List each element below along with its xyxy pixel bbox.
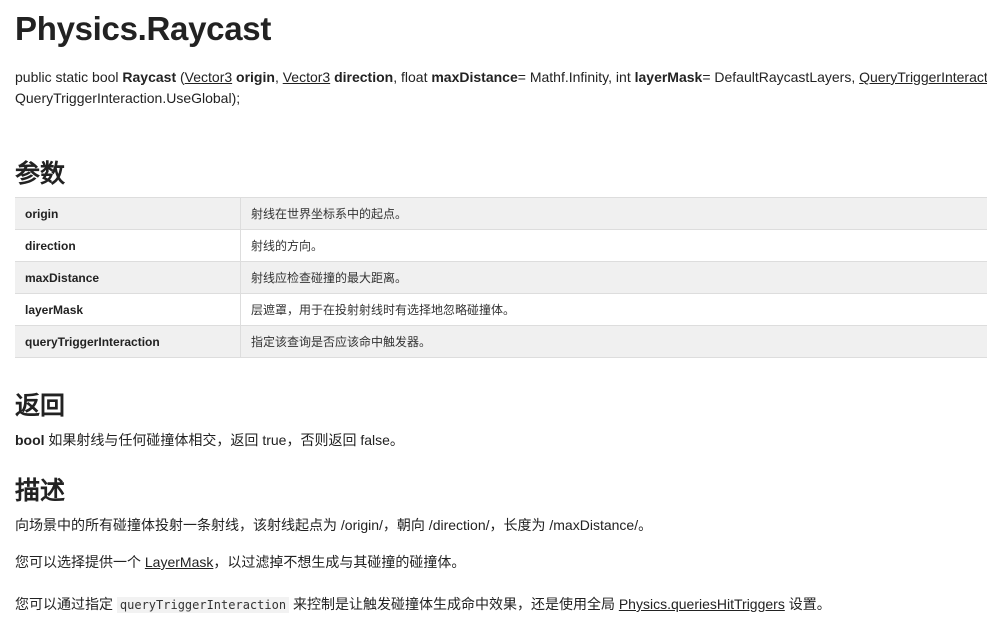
param-desc: 射线在世界坐标系中的起点。 [240, 197, 987, 230]
querieshittriggers-link[interactable]: Physics.queriesHitTriggers [619, 596, 785, 612]
querytriggerinteraction-link[interactable]: QueryTriggerInteraction [859, 69, 987, 85]
params-heading: 参数 [15, 160, 66, 188]
param-desc: 指定该查询是否应该命中触发器。 [240, 325, 987, 358]
param-name: direction [15, 229, 241, 262]
param-direction-name: direction [334, 69, 394, 85]
vector3-link-direction[interactable]: Vector3 [283, 69, 330, 85]
returns-text: bool 如果射线与任何碰撞体相交，返回 true，否则返回 false。 [15, 430, 404, 450]
vector3-link-origin[interactable]: Vector3 [185, 69, 232, 85]
signature-prefix: public static bool [15, 69, 123, 85]
p2-text-after: ，以过滤掉不想生成与其碰撞的碰撞体。 [213, 554, 466, 570]
param-layermask-name: layerMask [634, 69, 703, 85]
signature-line-2: QueryTriggerInteraction.UseGlobal); [15, 90, 241, 106]
signature-sep2: , float [393, 69, 432, 85]
table-row: origin 射线在世界坐标系中的起点。 [15, 197, 987, 230]
signature-open: ( [176, 69, 185, 85]
description-paragraph-2: 您可以选择提供一个 LayerMask，以过滤掉不想生成与其碰撞的碰撞体。 [15, 552, 465, 572]
p3-text-after: 设置。 [784, 596, 831, 612]
param-origin-name: origin [236, 69, 275, 85]
layermask-link[interactable]: LayerMask [145, 554, 213, 570]
description-paragraph-3: 您可以通过指定 queryTriggerInteraction 来控制是让触发碰… [15, 594, 831, 614]
param-name: maxDistance [15, 261, 241, 294]
param-maxdistance-name: maxDistance [431, 69, 518, 85]
params-table: origin 射线在世界坐标系中的起点。 direction 射线的方向。 ma… [15, 197, 987, 358]
param-desc: 层遮罩，用于在投射射线时有选择地忽略碰撞体。 [240, 293, 987, 326]
table-row: layerMask 层遮罩，用于在投射射线时有选择地忽略碰撞体。 [15, 293, 987, 326]
return-type: bool [15, 432, 45, 448]
table-row: maxDistance 射线应检查碰撞的最大距离。 [15, 261, 987, 294]
inline-code-querytriggerinteraction: queryTriggerInteraction [116, 597, 290, 613]
page-title: Physics.Raycast [15, 10, 272, 47]
param-name: origin [15, 197, 241, 230]
signature-default-maxdistance: = Mathf.Infinity, int [517, 69, 635, 85]
returns-heading: 返回 [15, 392, 66, 420]
description-paragraph-1: 向场景中的所有碰撞体投射一条射线，该射线起点为 /origin/，朝向 /dir… [15, 517, 653, 533]
table-row: queryTriggerInteraction 指定该查询是否应该命中触发器。 [15, 325, 987, 358]
param-name: queryTriggerInteraction [15, 325, 241, 358]
param-desc: 射线应检查碰撞的最大距离。 [240, 261, 987, 294]
param-desc: 射线的方向。 [240, 229, 987, 262]
signature-default-layermask: = DefaultRaycastLayers, [702, 69, 860, 85]
signature-method: Raycast [122, 69, 177, 85]
return-description: 如果射线与任何碰撞体相交，返回 true，否则返回 false。 [44, 432, 404, 448]
method-signature: public static bool Raycast (Vector3 orig… [15, 67, 987, 109]
table-row: direction 射线的方向。 [15, 229, 987, 262]
p2-text-before: 您可以选择提供一个 [15, 554, 145, 570]
param-name: layerMask [15, 293, 241, 326]
signature-line-1: public static bool Raycast (Vector3 orig… [15, 67, 987, 88]
p3-text-before: 您可以通过指定 [15, 596, 117, 612]
description-heading: 描述 [15, 477, 66, 505]
p3-text-mid: 来控制是让触发碰撞体生成命中效果，还是使用全局 [289, 596, 619, 612]
signature-sep1: , [274, 69, 283, 85]
